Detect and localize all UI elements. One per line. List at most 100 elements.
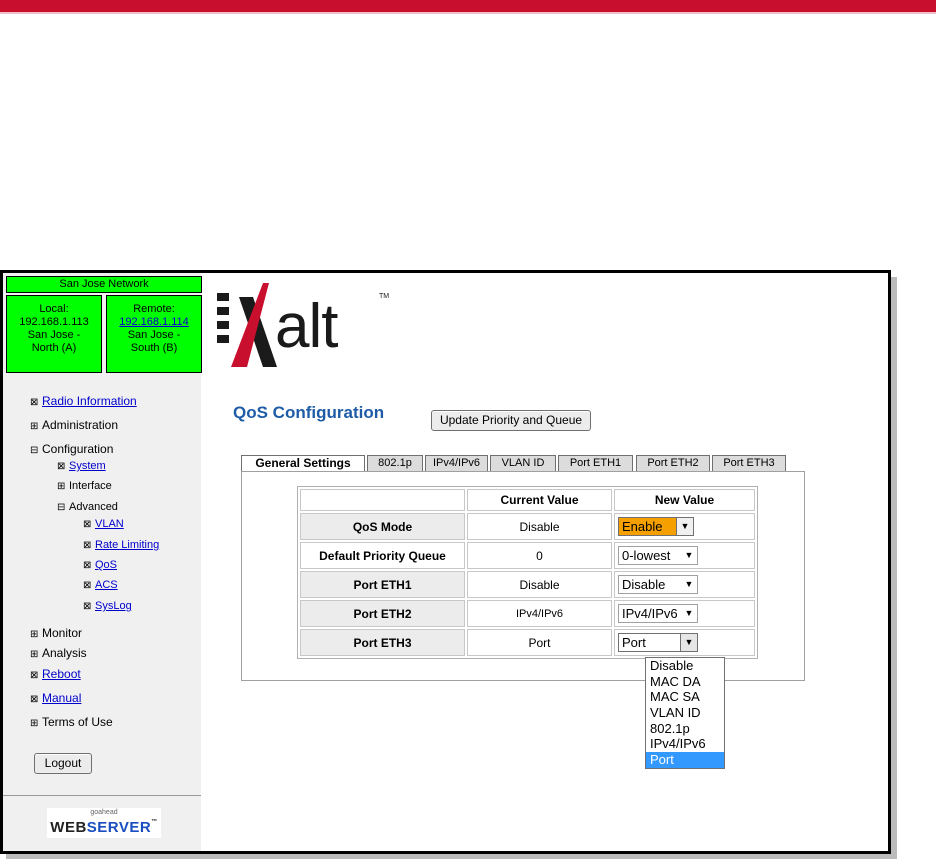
leaf-icon: ⊠ xyxy=(83,519,92,530)
new-value-cell: Port ▼ xyxy=(614,629,755,656)
nav-rate-limiting[interactable]: ⊠ Rate Limiting xyxy=(83,539,159,551)
local-label: Local: xyxy=(39,303,69,315)
nav-system[interactable]: ⊠ System xyxy=(57,460,106,472)
sidebar: San Jose Network Local: 192.168.1.113 Sa… xyxy=(3,273,202,851)
row-current-value: Port xyxy=(467,629,612,656)
remote-label: Remote: xyxy=(133,303,175,315)
chevron-down-icon[interactable]: ▼ xyxy=(681,605,697,622)
nav-administration[interactable]: ⊞ Administration xyxy=(30,418,118,432)
header-blank xyxy=(300,489,465,511)
row-current-value: Disable xyxy=(467,513,612,540)
collapse-icon[interactable]: ⊟ xyxy=(30,445,42,456)
row-label: Default Priority Queue xyxy=(300,542,465,569)
page-title: QoS Configuration xyxy=(233,403,385,422)
logo-text: alt xyxy=(275,292,338,361)
nav-terms-of-use[interactable]: ⊞ Terms of Use xyxy=(30,715,113,729)
tab-ipv4-ipv6[interactable]: IPv4/IPv6 xyxy=(425,455,488,471)
dropdown-option[interactable]: Disable xyxy=(646,658,724,674)
row-label: Port ETH1 xyxy=(300,571,465,598)
nav-analysis[interactable]: ⊞ Analysis xyxy=(30,646,87,660)
top-bar-underline xyxy=(0,12,936,14)
tab-general-settings[interactable]: General Settings xyxy=(241,455,365,472)
port-eth2-select[interactable]: IPv4/IPv6 ▼ xyxy=(618,604,698,623)
local-site: San Jose - xyxy=(27,329,81,341)
webserver-wordmark: WEBSERVER™ xyxy=(50,819,158,836)
expand-icon[interactable]: ⊞ xyxy=(30,649,42,660)
dropdown-option[interactable]: VLAN ID xyxy=(646,705,724,721)
port-eth3-select[interactable]: Port ▼ xyxy=(618,633,698,652)
tab-port-eth2[interactable]: Port ETH2 xyxy=(636,455,710,471)
nav-syslog[interactable]: ⊠ SysLog xyxy=(83,600,132,612)
nav-reboot[interactable]: ⊠ Reboot xyxy=(30,667,81,681)
new-value-cell: Enable ▼ xyxy=(614,513,755,540)
table-row: Port ETH2 IPv4/IPv6 IPv4/IPv6 ▼ xyxy=(300,600,755,627)
default-priority-selected-value: 0-lowest xyxy=(622,548,671,563)
expand-icon[interactable]: ⊞ xyxy=(30,629,42,640)
port-eth3-dropdown-list: Disable MAC DA MAC SA VLAN ID 802.1p IPv… xyxy=(645,657,725,769)
new-value-cell: 0-lowest ▼ xyxy=(614,542,755,569)
chevron-down-icon[interactable]: ▼ xyxy=(681,576,697,593)
expand-icon[interactable]: ⊞ xyxy=(57,481,69,492)
chevron-down-icon[interactable]: ▼ xyxy=(681,547,697,564)
new-value-cell: Disable ▼ xyxy=(614,571,755,598)
screenshot-frame: San Jose Network Local: 192.168.1.113 Sa… xyxy=(0,270,891,854)
qos-mode-selected-value: Enable xyxy=(622,519,663,534)
main-content: alt TM QoS Configuration Update Priority… xyxy=(201,273,888,851)
dropdown-option-highlighted[interactable]: Port xyxy=(646,752,724,768)
local-ip: 192.168.1.113 xyxy=(19,316,89,328)
tab-port-eth3[interactable]: Port ETH3 xyxy=(712,455,786,471)
leaf-icon: ⊠ xyxy=(57,461,66,472)
expand-icon[interactable]: ⊞ xyxy=(30,718,42,729)
remote-ip-link[interactable]: 192.168.1.114 xyxy=(119,316,189,328)
default-priority-queue-select[interactable]: 0-lowest ▼ xyxy=(618,546,698,565)
logout-button[interactable]: Logout xyxy=(34,753,92,774)
leaf-icon: ⊠ xyxy=(30,397,39,408)
remote-node: Remote: 192.168.1.114 San Jose - South (… xyxy=(106,295,202,373)
table-header-row: Current Value New Value xyxy=(300,489,755,511)
network-title: San Jose Network xyxy=(6,276,202,293)
sidebar-divider xyxy=(3,795,201,796)
dropdown-option[interactable]: MAC SA xyxy=(646,689,724,705)
table-row: Default Priority Queue 0 0-lowest ▼ xyxy=(300,542,755,569)
collapse-icon[interactable]: ⊟ xyxy=(57,502,69,513)
header-current-value: Current Value xyxy=(467,489,612,511)
tab-port-eth1[interactable]: Port ETH1 xyxy=(558,455,633,471)
table-row: Port ETH1 Disable Disable ▼ xyxy=(300,571,755,598)
row-label: Port ETH3 xyxy=(300,629,465,656)
nav-radio-information[interactable]: ⊠ Radio Information xyxy=(30,394,137,408)
nav-configuration[interactable]: ⊟ Configuration xyxy=(30,442,113,456)
nav-monitor[interactable]: ⊞ Monitor xyxy=(30,626,82,640)
row-label: Port ETH2 xyxy=(300,600,465,627)
top-red-bar xyxy=(0,0,936,12)
qos-mode-select[interactable]: Enable ▼ xyxy=(618,517,694,536)
port-eth2-selected-value: IPv4/IPv6 xyxy=(622,606,678,621)
local-node: Local: 192.168.1.113 San Jose - North (A… xyxy=(6,295,102,373)
frame-shadow-bottom xyxy=(6,854,897,859)
nav-interface[interactable]: ⊞ Interface xyxy=(57,480,112,492)
chevron-down-icon[interactable]: ▼ xyxy=(676,518,693,535)
remote-side: South (B) xyxy=(130,342,178,354)
nav-qos[interactable]: ⊠ QoS xyxy=(83,559,117,571)
leaf-icon: ⊠ xyxy=(83,580,92,591)
chevron-down-icon[interactable]: ▼ xyxy=(680,634,697,651)
nav-manual[interactable]: ⊠ Manual xyxy=(30,691,81,705)
webserver-small-text: goahead xyxy=(90,809,118,816)
leaf-icon: ⊠ xyxy=(83,560,92,571)
expand-icon[interactable]: ⊞ xyxy=(30,421,42,432)
new-value-cell: IPv4/IPv6 ▼ xyxy=(614,600,755,627)
nav-acs[interactable]: ⊠ ACS xyxy=(83,579,118,591)
nav-vlan[interactable]: ⊠ VLAN xyxy=(83,518,124,530)
port-eth1-select[interactable]: Disable ▼ xyxy=(618,575,698,594)
tab-vlan-id[interactable]: VLAN ID xyxy=(490,455,556,471)
dropdown-option[interactable]: IPv4/IPv6 xyxy=(646,736,724,752)
nav-advanced[interactable]: ⊟ Advanced xyxy=(57,501,118,513)
webserver-logo: goahead WEBSERVER™ xyxy=(47,808,161,838)
table-row: QoS Mode Disable Enable ▼ xyxy=(300,513,755,540)
port-eth1-selected-value: Disable xyxy=(622,577,666,592)
leaf-icon: ⊠ xyxy=(83,601,92,612)
tab-802-1p[interactable]: 802.1p xyxy=(367,455,423,471)
update-priority-queue-button[interactable]: Update Priority and Queue xyxy=(431,410,591,431)
dropdown-option[interactable]: 802.1p xyxy=(646,721,724,737)
logo-x-mark xyxy=(231,283,277,367)
dropdown-option[interactable]: MAC DA xyxy=(646,674,724,690)
